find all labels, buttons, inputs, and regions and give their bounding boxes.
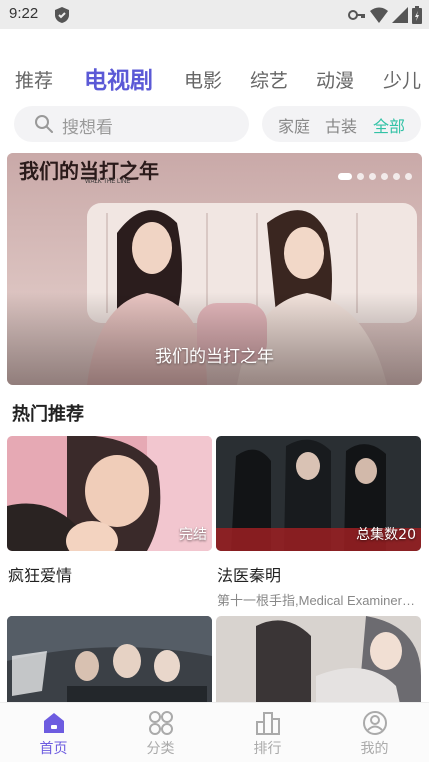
carousel-dot <box>405 173 412 180</box>
carousel-dot <box>381 173 388 180</box>
card-title: 疯狂爱情 <box>8 566 73 585</box>
tab-tv-series[interactable]: 电视剧 <box>84 63 153 99</box>
tab-anime[interactable]: 动漫 <box>316 63 354 99</box>
filter-family[interactable]: 家庭 <box>278 113 310 137</box>
search-input[interactable]: 搜想看 <box>14 106 249 142</box>
wifi-icon <box>370 7 388 23</box>
drama-card[interactable]: 总集数20 法医秦明 第十一根手指,Medical Examiner Dr. Q… <box>216 436 421 608</box>
tab-variety[interactable]: 综艺 <box>250 63 288 99</box>
nav-home[interactable]: 首页 <box>0 703 107 762</box>
nav-profile[interactable]: 我的 <box>321 703 428 762</box>
card-badge: 完结 <box>179 527 207 543</box>
nav-ranking-label: 排行 <box>253 741 282 757</box>
card-poster: 总集数20 <box>216 436 421 551</box>
nav-home-label: 首页 <box>39 741 68 757</box>
nav-category-label: 分类 <box>146 741 175 757</box>
nav-category[interactable]: 分类 <box>107 703 214 762</box>
home-icon <box>44 713 64 733</box>
status-time: 9:22 <box>9 5 39 22</box>
battery-icon <box>412 6 422 24</box>
search-placeholder: 搜想看 <box>62 118 113 138</box>
carousel-indicator <box>338 173 412 180</box>
tab-movies[interactable]: 电影 <box>184 63 222 99</box>
banner-logo-sub: WALK THE LINE <box>85 179 131 185</box>
banner-caption: 我们的当打之年 <box>155 347 274 367</box>
profile-icon <box>363 711 387 735</box>
card-badge: 总集数20 <box>356 527 416 543</box>
carousel-dot <box>338 173 352 180</box>
ranking-icon <box>256 712 280 735</box>
banner-carousel[interactable]: 我们的当打之年 WALK THE LINE 我们的当打之年 <box>7 153 422 385</box>
search-icon <box>35 115 53 133</box>
bottom-navigation: 首页 分类 排行 我的 <box>0 702 429 762</box>
drama-card[interactable]: 完结 疯狂爱情 <box>7 436 212 585</box>
carousel-dot <box>357 173 364 180</box>
status-bar: 9:22 <box>0 0 429 29</box>
filter-costume[interactable]: 古装 <box>325 113 357 137</box>
genre-filters: 家庭 古装 全部 <box>262 106 421 142</box>
shield-icon <box>55 7 69 23</box>
section-title: 热门推荐 <box>12 404 84 425</box>
card-subtitle: 第十一根手指,Medical Examiner Dr. Qin <box>217 593 417 608</box>
tab-recommend[interactable]: 推荐 <box>15 63 53 99</box>
tab-kids[interactable]: 少儿 <box>383 63 421 99</box>
nav-ranking[interactable]: 排行 <box>214 703 321 762</box>
carousel-dot <box>369 173 376 180</box>
key-icon <box>348 10 365 20</box>
nav-profile-label: 我的 <box>360 741 389 757</box>
filter-all[interactable]: 全部 <box>373 113 405 137</box>
carousel-dot <box>393 173 400 180</box>
card-poster: 完结 <box>7 436 212 551</box>
category-tabs: 推荐 电视剧 电影 综艺 动漫 少儿 <box>0 63 429 99</box>
card-title: 法医秦明 <box>217 566 282 585</box>
category-icon <box>149 711 173 735</box>
signal-icon <box>392 7 408 23</box>
